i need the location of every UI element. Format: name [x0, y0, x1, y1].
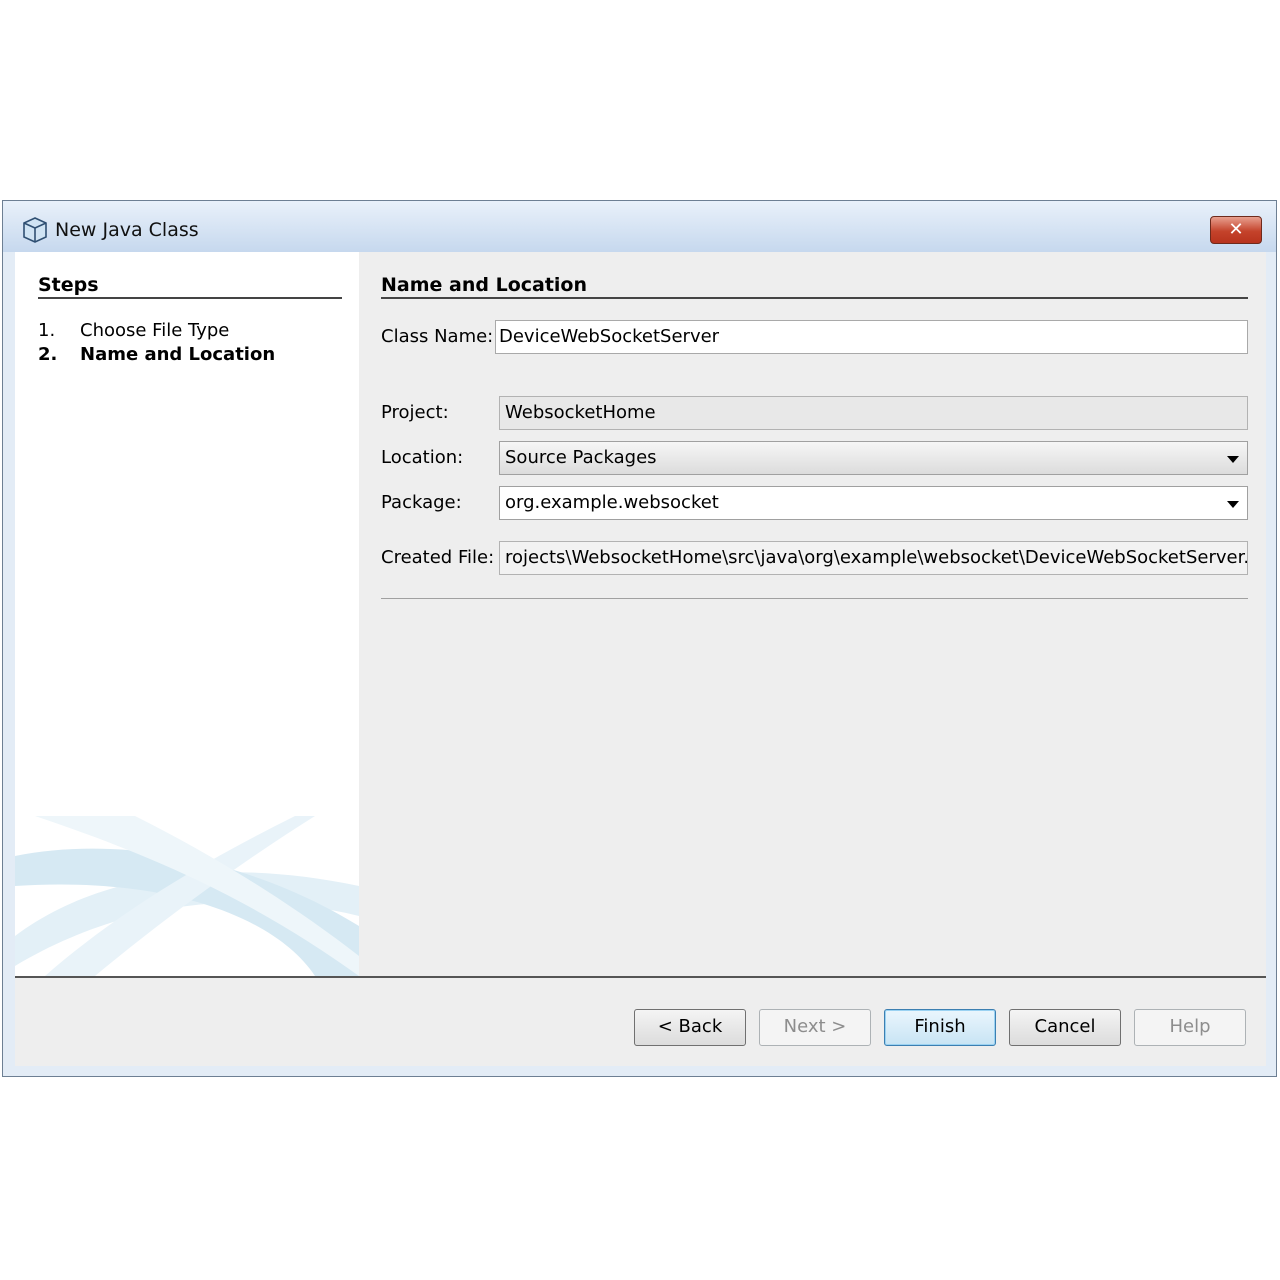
project-label: Project:	[381, 402, 449, 423]
section-title: Name and Location	[381, 274, 588, 296]
new-java-class-dialog: New Java Class ✕ Steps 1. Choose File Typ…	[2, 200, 1277, 1077]
package-label: Package:	[381, 492, 462, 513]
section-divider	[381, 297, 1248, 299]
chevron-down-icon[interactable]	[1227, 456, 1239, 463]
class-name-input[interactable]: DeviceWebSocketServer	[495, 320, 1248, 354]
help-button[interactable]: Help	[1134, 1009, 1246, 1046]
cancel-button[interactable]: Cancel	[1009, 1009, 1121, 1046]
decorative-swoosh-graphic	[15, 816, 359, 976]
steps-divider	[38, 297, 342, 299]
step-name-and-location: 2. Name and Location	[38, 344, 275, 365]
footer-divider	[15, 976, 1266, 978]
created-file-label: Created File:	[381, 547, 495, 568]
close-icon: ✕	[1228, 219, 1244, 240]
step-choose-file-type: 1. Choose File Type	[38, 320, 229, 341]
package-combobox[interactable]: org.example.websocket	[499, 486, 1248, 520]
class-name-label: Class Name:	[381, 326, 494, 347]
form-bottom-divider	[381, 598, 1248, 599]
steps-title: Steps	[38, 274, 99, 296]
finish-button[interactable]: Finish	[884, 1009, 996, 1046]
name-and-location-panel: Name and Location Class Name: DeviceWebS…	[359, 252, 1266, 976]
step-number: 2.	[38, 344, 58, 365]
title-bar[interactable]: New Java Class ✕	[3, 201, 1276, 252]
chevron-down-icon[interactable]	[1227, 501, 1239, 508]
window-title: New Java Class	[55, 219, 199, 241]
project-field: WebsocketHome	[499, 396, 1248, 430]
steps-panel: Steps 1. Choose File Type 2. Name and Loca…	[15, 252, 359, 976]
dialog-content: Steps 1. Choose File Type 2. Name and Loca…	[15, 252, 1266, 1066]
location-select[interactable]: Source Packages	[499, 441, 1248, 475]
back-button[interactable]: < Back	[634, 1009, 746, 1046]
step-number: 1.	[38, 320, 56, 341]
step-label: Choose File Type	[80, 320, 230, 341]
created-file-field: rojects\WebsocketHome\src\java\org\examp…	[499, 541, 1248, 575]
next-button[interactable]: Next >	[759, 1009, 871, 1046]
java-class-cube-icon	[23, 217, 47, 243]
location-value: Source Packages	[505, 447, 657, 468]
package-value[interactable]: org.example.websocket	[505, 492, 719, 513]
step-label: Name and Location	[80, 344, 276, 365]
location-label: Location:	[381, 447, 464, 468]
close-button[interactable]: ✕	[1210, 216, 1262, 244]
